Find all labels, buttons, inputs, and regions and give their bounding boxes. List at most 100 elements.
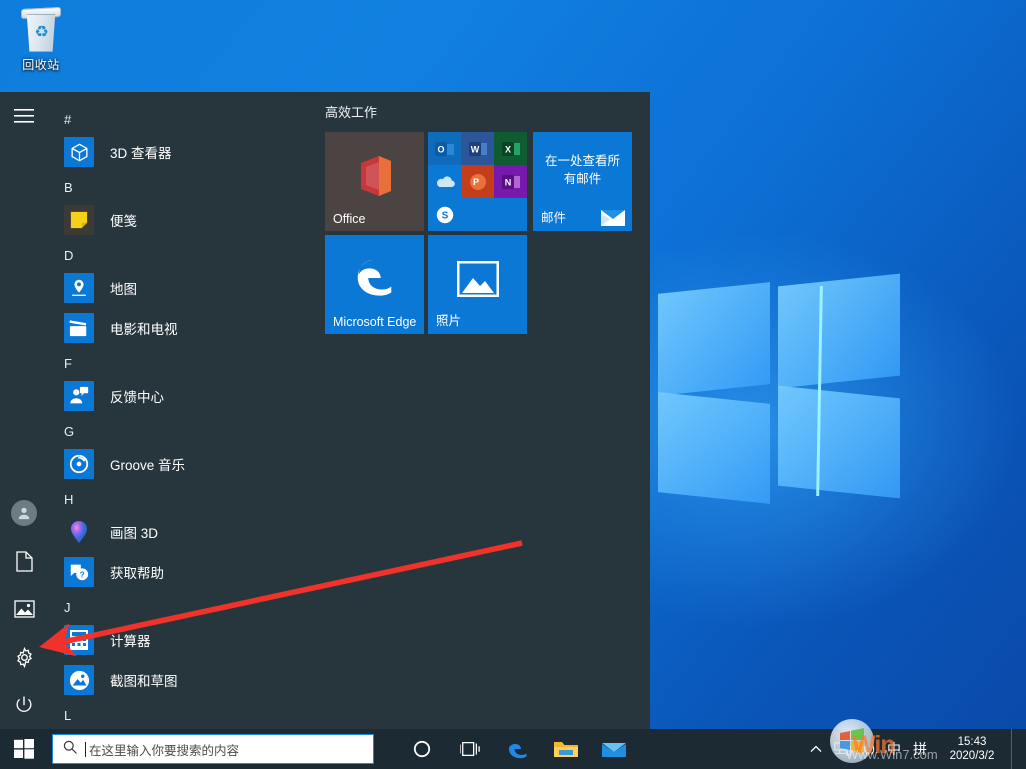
rail-item-documents[interactable] — [0, 537, 48, 585]
app-label: 截图和草图 — [110, 674, 178, 689]
tray-show-hidden-icons[interactable] — [803, 729, 829, 769]
text-cursor — [85, 741, 86, 757]
search-input[interactable]: 在这里输入你要搜索的内容 — [52, 734, 374, 764]
app-list-item-paint-3d[interactable]: 画图 3D — [48, 512, 320, 552]
app-list-item-calculator[interactable]: 计算器 — [48, 620, 320, 660]
tile-label: Office — [333, 212, 366, 226]
app-label: 地图 — [110, 282, 137, 297]
rail-item-user-account[interactable] — [0, 489, 48, 537]
rail-item-settings[interactable] — [0, 633, 48, 681]
edge-icon — [509, 739, 527, 759]
svg-text:W: W — [470, 144, 479, 154]
office-app-excel-icon[interactable]: X — [494, 132, 527, 165]
svg-text:S: S — [441, 210, 448, 221]
office-app-outlook-icon[interactable]: O — [428, 132, 461, 165]
tile-label: Microsoft Edge — [333, 315, 417, 329]
tile-group-title[interactable]: 高效工作 — [325, 102, 377, 121]
svg-text:O: O — [437, 144, 444, 154]
tile-office[interactable]: Office — [325, 132, 424, 231]
wallpaper-pane-1 — [658, 282, 770, 396]
app-list-item-maps[interactable]: 地图 — [48, 268, 320, 308]
calculator-icon — [64, 625, 94, 655]
app-letter-header[interactable]: G — [48, 416, 320, 444]
clock-time: 15:43 — [957, 736, 987, 748]
3d-viewer-icon — [64, 137, 94, 167]
tile-edge[interactable]: Microsoft Edge — [325, 235, 424, 334]
app-list-item-3d-viewer[interactable]: 3D 查看器 — [48, 132, 320, 172]
app-list[interactable]: # 3D 查看器 B 便笺 D 地图 电影和电视 F 反馈中心 G Groove… — [48, 92, 320, 729]
office-app-onenote-icon[interactable]: N — [494, 165, 527, 198]
taskbar-button-file-explorer[interactable] — [542, 729, 590, 769]
chevron-up-icon — [810, 745, 822, 752]
tile-label: 照片 — [436, 314, 462, 328]
hamburger-menu-icon[interactable] — [0, 92, 48, 140]
app-label: 画图 3D — [110, 526, 159, 541]
groove-music-icon — [64, 449, 94, 479]
svg-text:P: P — [472, 177, 478, 187]
recycle-bin[interactable]: ♻ 回收站 — [8, 6, 74, 73]
office-app-powerpoint-icon[interactable]: P — [461, 165, 494, 198]
get-help-icon: ? — [64, 557, 94, 587]
system-tray: 中 拼 15:43 2020/3/2 — [803, 729, 1026, 769]
sticky-notes-icon — [64, 205, 94, 235]
app-letter-header[interactable]: L — [48, 700, 320, 728]
tray-ime-pinyin[interactable]: 拼 — [907, 729, 933, 769]
mail-icon — [602, 742, 626, 757]
tray-ime-mode[interactable]: 中 — [881, 729, 907, 769]
taskbar: 在这里输入你要搜索的内容 中 拼 15:43 2020/3/2 — [0, 729, 1026, 769]
taskbar-button-mail[interactable] — [590, 729, 638, 769]
app-label: 3D 查看器 — [110, 146, 172, 161]
rail-item-power[interactable] — [0, 681, 48, 729]
svg-text:N: N — [504, 177, 511, 187]
cortana-circle-icon — [413, 740, 431, 758]
task-view-icon — [460, 742, 480, 756]
movies-tv-icon — [64, 313, 94, 343]
tile-office-apps[interactable]: O W X P N S — [428, 132, 527, 231]
tile-mail[interactable]: 在一处查看所有邮件 邮件 — [533, 132, 632, 231]
app-list-item-movies-tv[interactable]: 电影和电视 — [48, 308, 320, 348]
taskbar-clock[interactable]: 15:43 2020/3/2 — [933, 735, 1011, 763]
tray-network[interactable] — [829, 729, 855, 769]
search-icon — [63, 740, 77, 759]
app-label: 获取帮助 — [110, 566, 164, 581]
svg-text:?: ? — [80, 571, 85, 580]
tray-volume[interactable] — [855, 729, 881, 769]
app-letter-header[interactable]: H — [48, 484, 320, 512]
office-app-skype-icon[interactable]: S — [428, 198, 461, 231]
tile-area: 高效工作 Office O W X P N S 在一处查看所有邮件 邮件 Mic… — [325, 92, 650, 729]
start-menu: # 3D 查看器 B 便笺 D 地图 电影和电视 F 反馈中心 G Groove… — [0, 92, 650, 729]
rail-item-pictures[interactable] — [0, 585, 48, 633]
show-desktop-button[interactable] — [1011, 729, 1022, 769]
app-letter-header[interactable]: D — [48, 240, 320, 268]
app-list-item-get-help[interactable]: ? 获取帮助 — [48, 552, 320, 592]
mail-envelope-icon — [601, 210, 625, 226]
app-letter-header[interactable]: F — [48, 348, 320, 376]
app-list-item-groove-music[interactable]: Groove 音乐 — [48, 444, 320, 484]
office-app-word-icon[interactable]: W — [461, 132, 494, 165]
document-icon — [15, 550, 33, 572]
wallpaper-pane-3 — [658, 392, 770, 504]
start-menu-rail — [0, 92, 48, 729]
app-letter-header[interactable]: B — [48, 172, 320, 200]
office-app-onedrive-icon[interactable] — [428, 165, 461, 198]
app-list-item-feedback-hub[interactable]: 反馈中心 — [48, 376, 320, 416]
feedback-hub-icon — [64, 381, 94, 411]
taskbar-button-edge[interactable] — [494, 729, 542, 769]
taskbar-button-cortana[interactable] — [398, 729, 446, 769]
start-button[interactable] — [0, 729, 48, 769]
paint-3d-icon — [64, 517, 94, 547]
app-letter-header[interactable]: J — [48, 592, 320, 620]
app-label: 计算器 — [110, 634, 151, 649]
svg-text:X: X — [504, 144, 510, 154]
tile-photos[interactable]: 照片 — [428, 235, 527, 334]
app-list-item-snip-sketch[interactable]: 截图和草图 — [48, 660, 320, 700]
app-letter-header[interactable]: # — [48, 104, 320, 132]
app-list-item-sticky-notes[interactable]: 便笺 — [48, 200, 320, 240]
taskbar-button-task-view[interactable] — [446, 729, 494, 769]
app-label: Groove 音乐 — [110, 458, 186, 473]
power-icon — [14, 695, 34, 715]
network-icon — [833, 742, 851, 756]
wallpaper-pane-2 — [778, 273, 900, 389]
speaker-icon — [861, 743, 875, 755]
app-label: 便笺 — [110, 214, 137, 229]
